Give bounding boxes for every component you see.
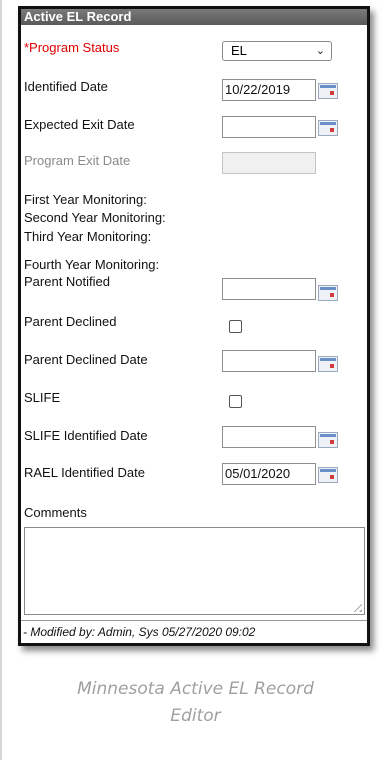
caption-line-1: Minnesota Active EL Record <box>77 679 314 699</box>
program-status-value: EL <box>231 43 247 58</box>
caption-line-2: Editor <box>170 706 221 726</box>
modified-by-footer: - Modified by: Admin, Sys 05/27/2020 09:… <box>21 620 367 643</box>
program-exit-date-field <box>222 152 316 174</box>
parent-declined-date-calendar-icon[interactable] <box>318 356 338 372</box>
program-status-label: *Program Status <box>24 40 120 55</box>
rael-identified-date-label: RAEL Identified Date <box>24 465 145 480</box>
comments-label: Comments <box>24 505 87 520</box>
chevron-down-icon: ⌄ <box>315 45 325 57</box>
image-caption: Minnesota Active EL Record Editor <box>2 676 389 730</box>
parent-declined-checkbox[interactable] <box>229 320 242 333</box>
page-divider <box>0 0 2 760</box>
expected-exit-date-label: Expected Exit Date <box>24 117 135 132</box>
expected-exit-date-calendar-icon[interactable] <box>318 120 338 136</box>
program-exit-date-label: Program Exit Date <box>24 153 131 168</box>
program-status-select[interactable]: EL ⌄ <box>222 41 332 61</box>
identified-date-label: Identified Date <box>24 79 108 94</box>
parent-notified-label: Parent Notified <box>24 274 110 289</box>
rael-identified-date-field[interactable]: 05/01/2020 <box>222 463 316 485</box>
slife-identified-date-calendar-icon[interactable] <box>318 432 338 448</box>
active-el-record-panel: Active EL Record *Program Status EL ⌄ Id… <box>18 6 370 646</box>
comments-textarea[interactable] <box>24 527 365 615</box>
second-year-monitoring-label: Second Year Monitoring: <box>24 210 166 225</box>
slife-identified-date-field[interactable] <box>222 426 316 448</box>
parent-notified-field[interactable] <box>222 278 316 300</box>
resize-grip-icon[interactable] <box>350 600 362 612</box>
rael-identified-date-calendar-icon[interactable] <box>318 467 338 483</box>
first-year-monitoring-label: First Year Monitoring: <box>24 192 147 207</box>
slife-checkbox[interactable] <box>229 395 242 408</box>
fourth-year-monitoring-label: Fourth Year Monitoring: <box>24 257 160 272</box>
parent-declined-label: Parent Declined <box>24 314 117 329</box>
third-year-monitoring-label: Third Year Monitoring: <box>24 229 152 244</box>
panel-title: Active EL Record <box>21 9 367 25</box>
identified-date-calendar-icon[interactable] <box>318 83 338 99</box>
parent-declined-date-label: Parent Declined Date <box>24 352 148 367</box>
expected-exit-date-field[interactable] <box>222 116 316 138</box>
slife-label: SLIFE <box>24 390 61 405</box>
parent-declined-date-field[interactable] <box>222 350 316 372</box>
identified-date-field[interactable]: 10/22/2019 <box>222 79 316 101</box>
slife-identified-date-label: SLIFE Identified Date <box>24 428 148 443</box>
parent-notified-calendar-icon[interactable] <box>318 285 338 301</box>
